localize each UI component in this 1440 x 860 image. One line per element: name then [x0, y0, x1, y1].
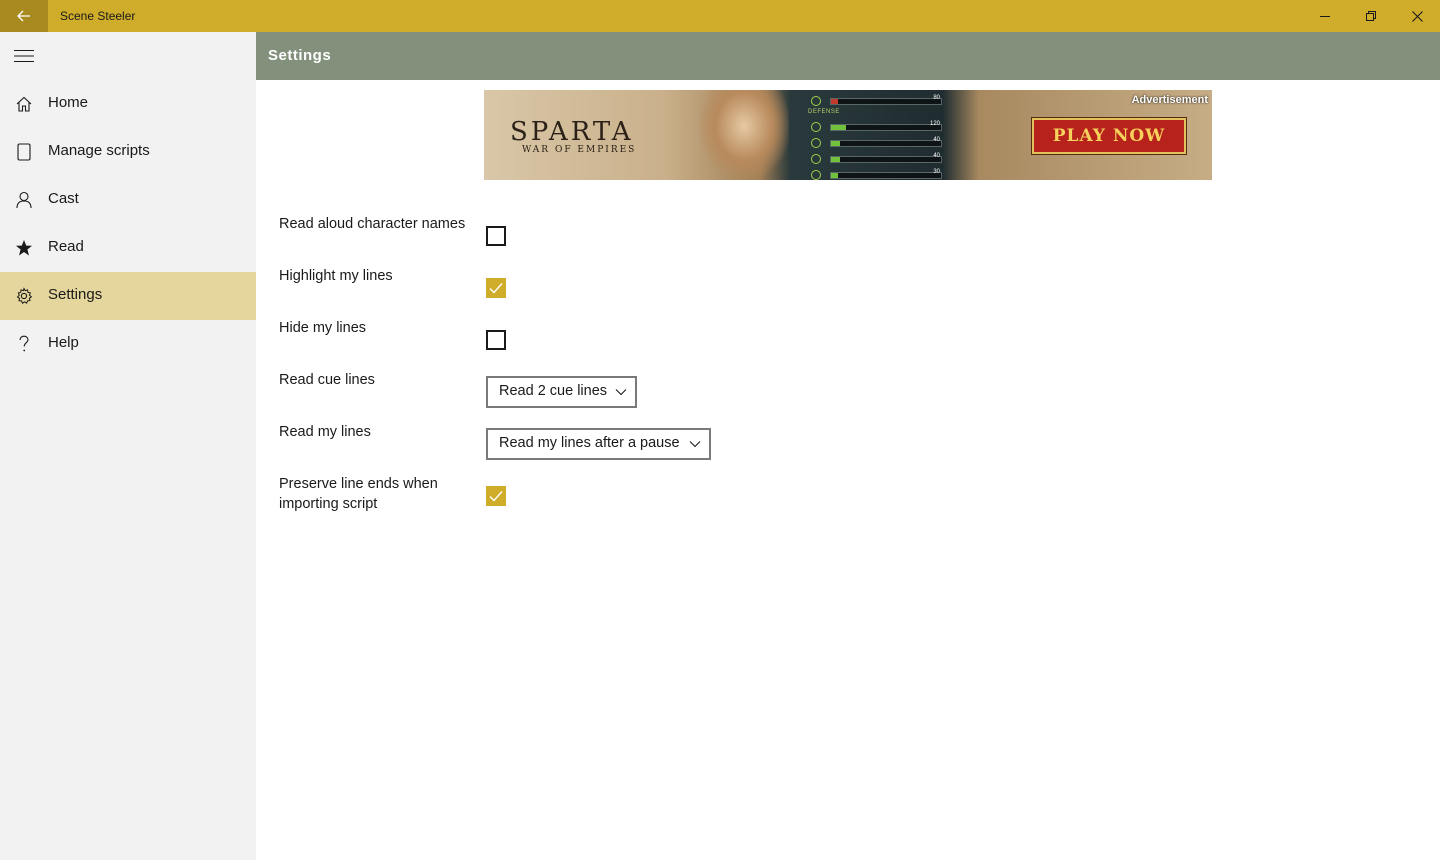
sidebar-item-label: Home	[48, 94, 89, 111]
ad-subtitle: WAR OF EMPIRES	[522, 145, 637, 155]
title-bar: Scene Steeler	[0, 0, 1440, 32]
ad-cta-label: PLAY NOW	[1052, 126, 1166, 146]
back-button[interactable]	[0, 0, 48, 32]
sidebar-item-label: Read	[48, 238, 84, 255]
ad-brand: SPARTA	[510, 117, 634, 147]
home-icon	[14, 94, 34, 114]
minimize-icon	[1320, 16, 1330, 17]
highlight-lines-label: Highlight my lines	[279, 268, 393, 284]
page-title: Settings	[268, 47, 332, 64]
ad-stat-value: 80	[933, 95, 940, 101]
ad-stat-row: 30	[806, 169, 946, 180]
ad-stats-heading: DEFENSE	[808, 109, 840, 115]
my-lines-label: Read my lines	[279, 424, 371, 440]
app-title: Scene Steeler	[60, 9, 136, 23]
read-aloud-names-checkbox[interactable]	[486, 226, 506, 246]
hamburger-button[interactable]	[0, 32, 48, 80]
shield-icon	[811, 154, 821, 164]
document-icon	[14, 142, 34, 162]
sidebar-item-help[interactable]: Help	[0, 320, 256, 368]
close-icon	[1411, 10, 1423, 22]
person-icon	[14, 190, 34, 210]
hamburger-icon	[14, 49, 34, 63]
advertisement-banner[interactable]: SPARTA WAR OF EMPIRES 80 DEFENSE 120 40 …	[484, 90, 1212, 180]
sidebar-item-label: Manage scripts	[48, 142, 150, 159]
restore-button[interactable]	[1348, 0, 1394, 32]
helmet-icon	[811, 138, 821, 148]
chevron-down-icon	[689, 441, 701, 448]
ad-warrior-image	[699, 90, 789, 180]
sidebar-item-label: Help	[48, 334, 79, 351]
ad-stat-value: 30	[933, 169, 940, 175]
gear-icon	[14, 286, 34, 306]
page-header: Settings	[256, 32, 1440, 80]
restore-icon	[1366, 11, 1376, 21]
ad-stat-value: 40	[933, 153, 940, 159]
swords-icon	[811, 122, 821, 132]
close-button[interactable]	[1394, 0, 1440, 32]
sidebar-item-home[interactable]: Home	[0, 80, 256, 128]
star-icon	[14, 238, 34, 258]
ad-label: Advertisement	[1131, 94, 1208, 106]
preserve-line-ends-label-line1: Preserve line ends when	[279, 476, 438, 492]
sidebar-item-manage-scripts[interactable]: Manage scripts	[0, 128, 256, 176]
checkmark-icon	[489, 491, 503, 502]
ad-stat-row: 120	[806, 121, 946, 132]
my-lines-value: Read my lines after a pause	[499, 435, 680, 451]
my-lines-dropdown[interactable]: Read my lines after a pause	[486, 428, 711, 460]
sidebar-item-settings[interactable]: Settings	[0, 272, 256, 320]
preserve-line-ends-label-line2: importing script	[279, 496, 378, 512]
eye-icon	[811, 96, 821, 106]
ad-stat-row: 80	[806, 95, 946, 106]
ad-stats-panel: 80 DEFENSE 120 40 40 30	[806, 92, 946, 180]
cue-lines-value: Read 2 cue lines	[499, 383, 608, 399]
preserve-line-ends-checkbox[interactable]	[486, 486, 506, 506]
minimize-button[interactable]	[1302, 0, 1348, 32]
sidebar-item-label: Cast	[48, 190, 79, 207]
chevron-down-icon	[615, 389, 627, 396]
ad-stat-value: 40	[933, 137, 940, 143]
cue-lines-dropdown[interactable]: Read 2 cue lines	[486, 376, 637, 408]
highlight-lines-checkbox[interactable]	[486, 278, 506, 298]
question-icon	[14, 334, 34, 354]
sidebar-item-cast[interactable]: Cast	[0, 176, 256, 224]
sidebar-item-label: Settings	[48, 286, 103, 303]
sidebar-item-read[interactable]: Read	[0, 224, 256, 272]
ad-play-now-button[interactable]: PLAY NOW	[1032, 118, 1186, 154]
back-arrow-icon	[17, 10, 30, 22]
horse-icon	[811, 170, 821, 180]
ad-stat-value: 120	[929, 121, 940, 127]
cue-lines-label: Read cue lines	[279, 372, 375, 388]
ad-stat-row: 40	[806, 137, 946, 148]
hide-lines-label: Hide my lines	[279, 320, 367, 336]
read-aloud-names-label: Read aloud character names	[279, 216, 466, 232]
preserve-line-ends-label: Preserve line ends when importing script	[279, 474, 438, 514]
hide-lines-checkbox[interactable]	[486, 330, 506, 350]
ad-stat-row: 40	[806, 153, 946, 164]
sidebar: Home Manage scripts Cast Read Settings H…	[0, 32, 256, 860]
checkmark-icon	[489, 283, 503, 294]
